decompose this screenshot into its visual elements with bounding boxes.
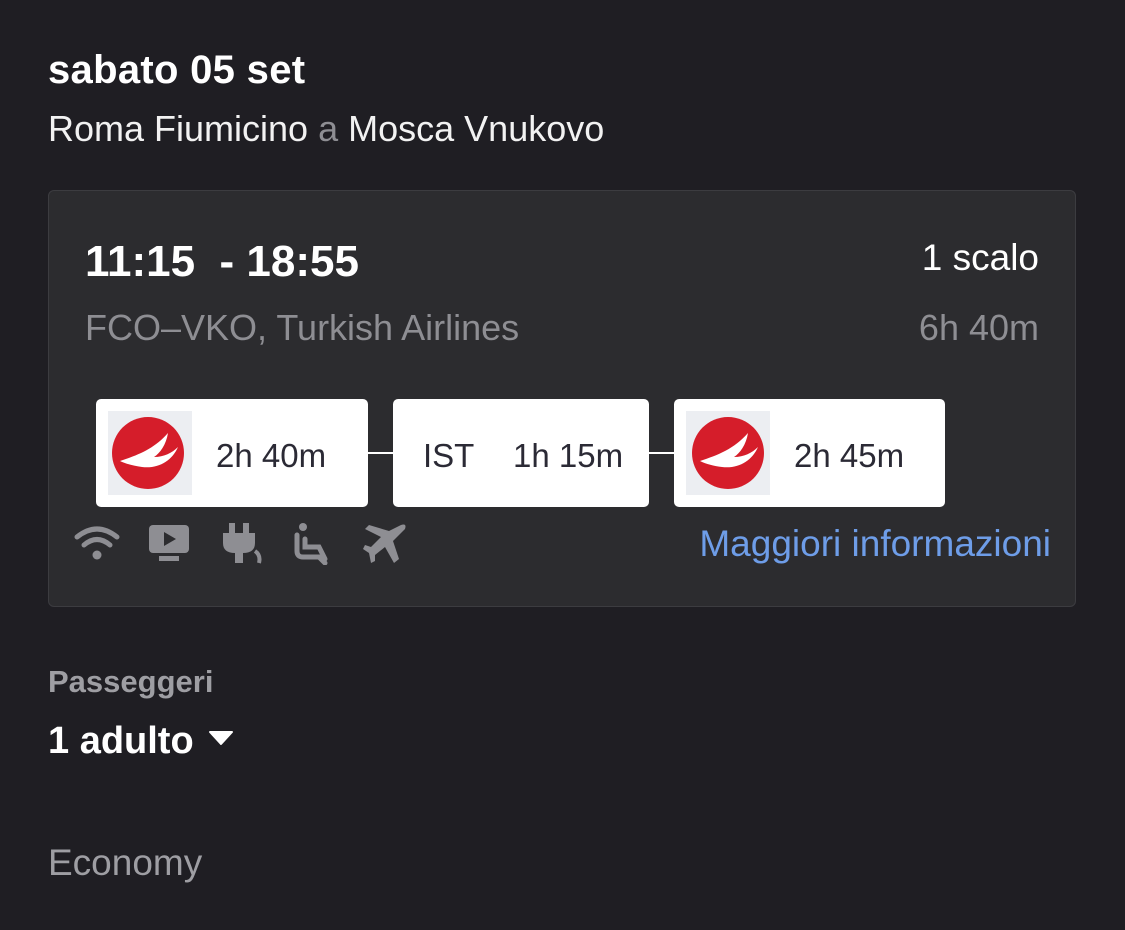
trip-date: sabato 05 set: [48, 48, 306, 92]
passengers-label: Passeggeri: [48, 664, 214, 699]
stops-count: 1 scalo: [921, 237, 1039, 278]
amenities: [73, 521, 413, 567]
more-info-link[interactable]: Maggiori informazioni: [699, 523, 1051, 565]
flight-card[interactable]: 11:15 - 18:55 1 scalo FCO–VKO, Turkish A…: [48, 190, 1076, 607]
destination-airport: Mosca Vnukovo: [348, 108, 605, 149]
trip-route: Roma Fiumicino a Mosca Vnukovo: [48, 108, 604, 150]
caret-down-icon: [208, 713, 234, 756]
segment-connector: [368, 452, 393, 454]
segment-flight-2[interactable]: 2h 45m: [674, 399, 945, 507]
turkish-airlines-logo-icon: [108, 411, 192, 495]
flight-icon: [363, 524, 406, 563]
total-duration: 6h 40m: [918, 307, 1039, 348]
segment-2-duration: 2h 45m: [794, 437, 905, 474]
segment-flight-1[interactable]: 2h 40m: [96, 399, 368, 507]
entertainment-icon: [149, 525, 189, 561]
segment-connector: [649, 452, 674, 454]
layover-duration: 1h 15m: [513, 437, 624, 474]
segment-1-duration: 2h 40m: [216, 437, 327, 474]
route-separator: a: [318, 108, 339, 149]
flight-times: 11:15 - 18:55: [85, 237, 359, 286]
wifi-icon: [74, 526, 120, 560]
segment-layover[interactable]: IST 1h 15m: [393, 399, 649, 507]
route-airline: FCO–VKO, Turkish Airlines: [85, 307, 520, 348]
passengers-value: 1 adulto: [48, 720, 194, 762]
origin-airport: Roma Fiumicino: [48, 108, 309, 149]
layover-airport: IST: [423, 437, 475, 474]
passengers-select[interactable]: 1 adulto: [48, 720, 234, 764]
flight-segments: 2h 40m IST 1h 15m 2h 45m: [96, 399, 946, 507]
turkish-airlines-logo-icon: [686, 411, 770, 495]
power-icon: [223, 523, 262, 564]
cabin-class[interactable]: Economy: [48, 842, 202, 884]
legroom-seat-icon: [294, 523, 328, 565]
